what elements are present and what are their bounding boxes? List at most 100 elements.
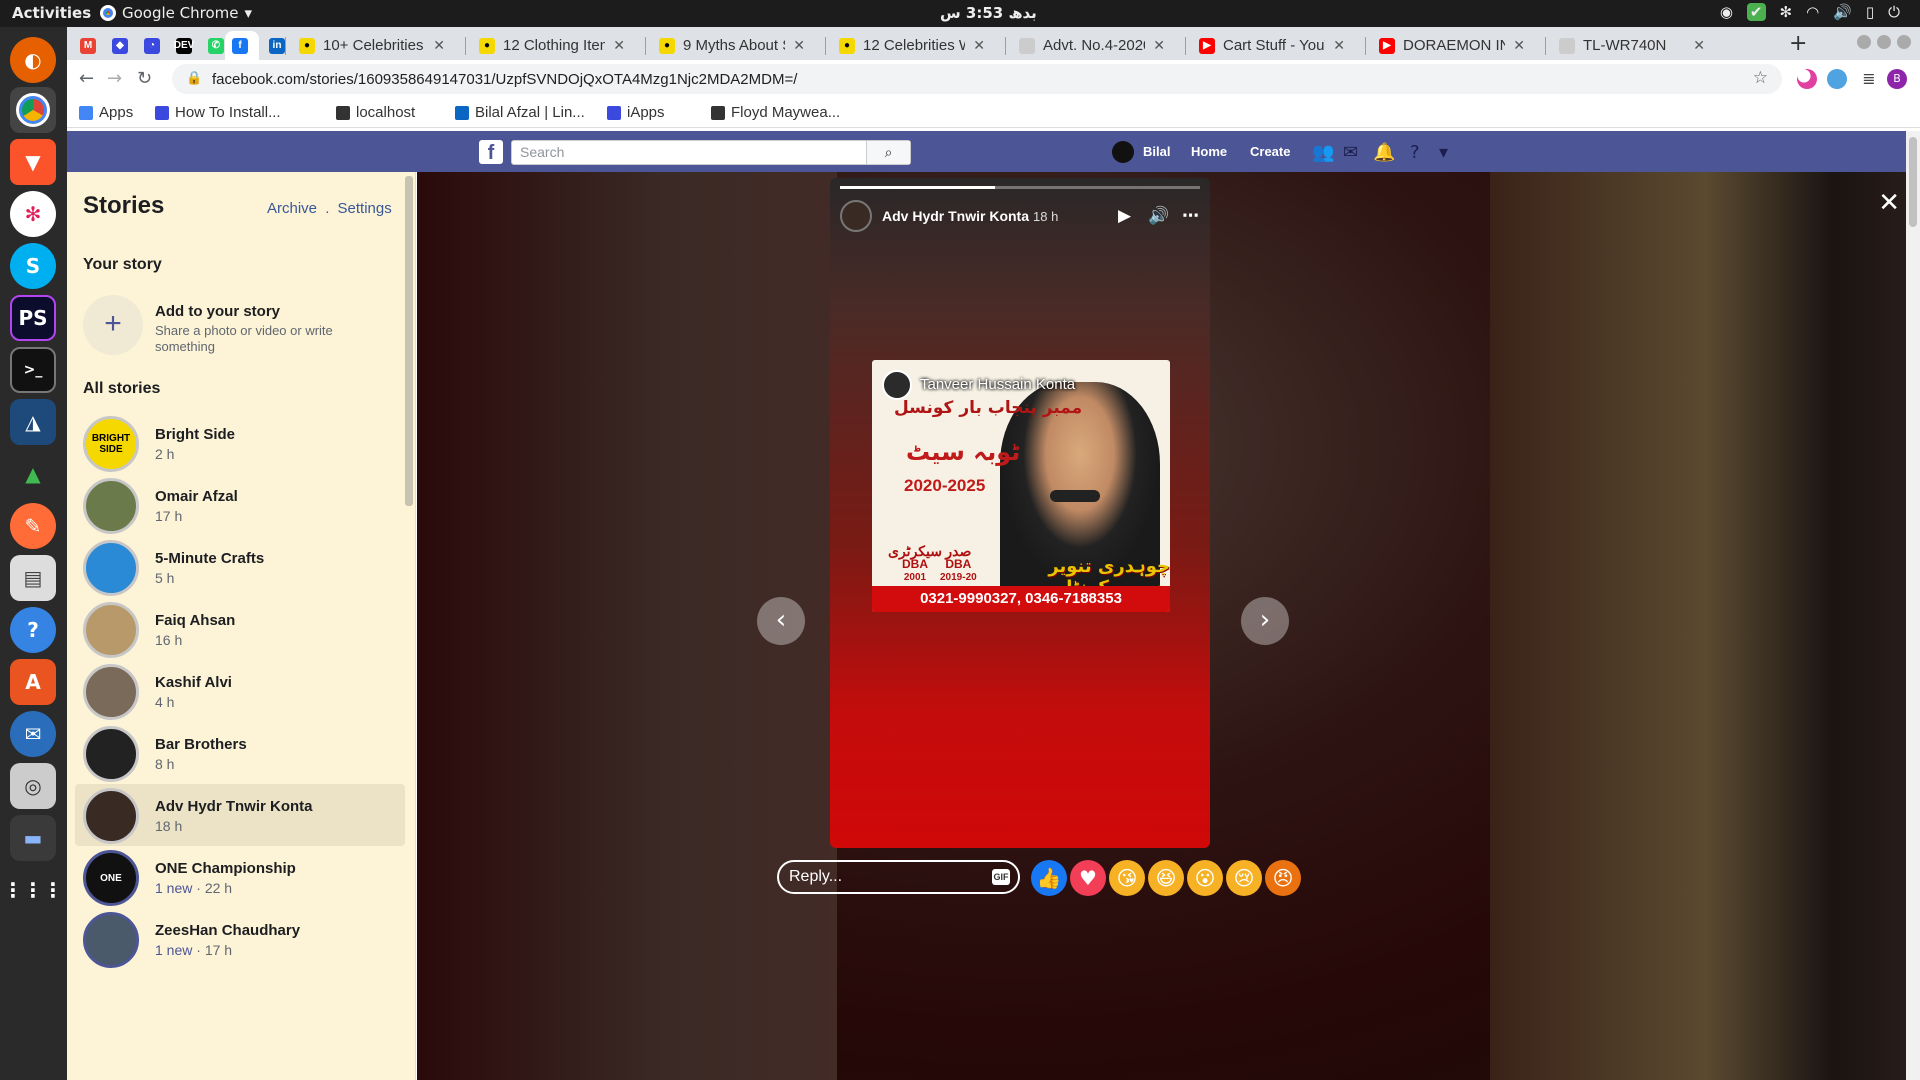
- story-list-item[interactable]: 5-Minute Crafts 5 h: [75, 536, 405, 598]
- browser-tab[interactable]: M: [73, 31, 103, 60]
- system-tray[interactable]: ◉ ✔ ✻ ◠ 🔊 ▯ ⏻: [1720, 3, 1900, 21]
- notifications-bell-icon[interactable]: 🔔: [1373, 142, 1395, 163]
- previous-story-button[interactable]: ‹: [757, 597, 805, 645]
- facebook-search-input[interactable]: Search ⌕: [511, 140, 911, 165]
- chrome-dock-icon[interactable]: [10, 87, 56, 133]
- help-question-icon[interactable]: ?: [1410, 142, 1420, 163]
- activities-button[interactable]: Activities: [12, 4, 91, 22]
- browser-tab[interactable]: ● 12 Clothing Item ✕: [469, 31, 635, 60]
- minimize-button[interactable]: [1857, 35, 1871, 49]
- tab-close-icon[interactable]: ✕: [1513, 37, 1525, 54]
- gif-button[interactable]: GIF: [992, 869, 1010, 885]
- add-to-story-button[interactable]: + Add to your story Share a photo or vid…: [83, 295, 383, 359]
- nav-create[interactable]: Create: [1250, 144, 1290, 159]
- tab-close-icon[interactable]: ✕: [973, 37, 985, 54]
- care-reaction-icon[interactable]: 😘: [1109, 860, 1145, 896]
- record-icon[interactable]: ◉: [1720, 3, 1733, 21]
- screen-icon[interactable]: ▬: [10, 815, 56, 861]
- story-list-item[interactable]: ONE ONE Championship 1 new · 22 h: [75, 846, 405, 908]
- new-tab-button[interactable]: +: [1789, 31, 1807, 56]
- postman-icon[interactable]: ✎: [10, 503, 56, 549]
- bookmark-item[interactable]: Floyd Maywea...: [711, 104, 840, 121]
- skype-icon[interactable]: S: [10, 243, 56, 289]
- sad-reaction-icon[interactable]: 😢: [1226, 860, 1262, 896]
- play-icon[interactable]: ▶: [1118, 206, 1131, 226]
- terminal-icon[interactable]: >_: [10, 347, 56, 393]
- love-reaction-icon[interactable]: ♥: [1070, 860, 1106, 896]
- extension-globe-icon[interactable]: [1827, 69, 1847, 89]
- maximize-button[interactable]: [1877, 35, 1891, 49]
- nav-profile[interactable]: Bilal: [1143, 144, 1170, 159]
- story-author-name[interactable]: Adv Hydr Tnwir Konta: [882, 208, 1029, 224]
- software-center-icon[interactable]: A: [10, 659, 56, 705]
- browser-tab[interactable]: ● 12 Celebrities W ✕: [829, 31, 995, 60]
- mysql-workbench-icon[interactable]: ◮: [10, 399, 56, 445]
- bookmark-item[interactable]: How To Install...: [155, 104, 281, 121]
- robo3t-icon[interactable]: ▲: [10, 451, 56, 497]
- page-scrollbar-thumb[interactable]: [1909, 137, 1917, 227]
- app-menu[interactable]: Google Chrome ▾: [100, 4, 252, 22]
- check-icon[interactable]: ✔: [1746, 3, 1766, 21]
- next-story-button[interactable]: ›: [1241, 597, 1289, 645]
- story-list-item[interactable]: ZeesHan Chaudhary 1 new · 17 h: [75, 908, 405, 970]
- browser-tab[interactable]: in: [262, 31, 292, 60]
- files-icon[interactable]: ▤: [10, 555, 56, 601]
- bookmark-item[interactable]: Bilal Afzal | Lin...: [455, 104, 585, 121]
- messenger-icon[interactable]: ✉: [1343, 142, 1358, 163]
- volume-icon[interactable]: 🔊: [1148, 206, 1169, 226]
- browser-tab[interactable]: Advt. No.4-2020_ ✕: [1009, 31, 1175, 60]
- power-icon[interactable]: ⏻: [1888, 3, 1900, 21]
- story-list-item[interactable]: BRIGHT SIDE Bright Side 2 h: [75, 412, 405, 474]
- browser-tab[interactable]: TL-WR740N ✕: [1549, 31, 1715, 60]
- bookmark-star-icon[interactable]: ☆: [1753, 68, 1768, 88]
- bookmark-item[interactable]: Apps: [79, 104, 133, 121]
- browser-tab[interactable]: DEV: [169, 31, 199, 60]
- forward-button[interactable]: →: [107, 68, 122, 89]
- browser-tab[interactable]: ▶ DORAEMON IN ✕: [1369, 31, 1535, 60]
- close-icon[interactable]: ✕: [1878, 188, 1900, 218]
- story-list-item[interactable]: Adv Hydr Tnwir Konta 18 h: [75, 784, 405, 846]
- extension-moon-icon[interactable]: [1797, 69, 1817, 89]
- browser-tab[interactable]: ▶ Cart Stuff - YouT ✕: [1189, 31, 1355, 60]
- tab-close-icon[interactable]: ✕: [1333, 37, 1345, 54]
- nav-home[interactable]: Home: [1191, 144, 1227, 159]
- volume-icon[interactable]: 🔊: [1833, 3, 1852, 21]
- help-icon[interactable]: ?: [10, 607, 56, 653]
- tab-close-icon[interactable]: ✕: [793, 37, 805, 54]
- show-apps-icon[interactable]: ⋮⋮⋮: [3, 867, 63, 913]
- browser-tab[interactable]: ● 9 Myths About S ✕: [649, 31, 815, 60]
- wow-reaction-icon[interactable]: 😮: [1187, 860, 1223, 896]
- thunderbird-icon[interactable]: ✉: [10, 711, 56, 757]
- clock[interactable]: بدھ 3:53 س: [940, 4, 1037, 22]
- page-scrollbar[interactable]: [1906, 131, 1920, 1080]
- archive-link[interactable]: Archive: [267, 200, 317, 217]
- back-button[interactable]: ←: [79, 68, 94, 89]
- like-reaction-icon[interactable]: 👍: [1031, 860, 1067, 896]
- tab-close-icon[interactable]: ✕: [613, 37, 625, 54]
- browser-tab[interactable]: ● 10+ Celebrities T ✕: [289, 31, 455, 60]
- battery-icon[interactable]: ▯: [1866, 3, 1874, 21]
- close-window-button[interactable]: [1897, 35, 1911, 49]
- angry-reaction-icon[interactable]: 😠: [1265, 860, 1301, 896]
- reload-button[interactable]: ↻: [137, 68, 152, 89]
- facebook-logo-icon[interactable]: f: [479, 140, 503, 164]
- browser-tab[interactable]: ◔: [137, 31, 167, 60]
- story-list-item[interactable]: Kashif Alvi 4 h: [75, 660, 405, 722]
- story-card[interactable]: Adv Hydr Tnwir Konta 18 h ▶ 🔊 ⋯ Tanveer H…: [830, 178, 1210, 848]
- browser-tab[interactable]: f: [225, 31, 259, 60]
- brave-icon[interactable]: ▼: [10, 139, 56, 185]
- reading-list-icon[interactable]: ≣: [1859, 69, 1879, 89]
- sidebar-scrollbar[interactable]: [405, 176, 413, 506]
- user-avatar[interactable]: [1112, 141, 1134, 163]
- story-author[interactable]: Adv Hydr Tnwir Konta 18 h: [882, 208, 1058, 224]
- story-list-item[interactable]: Faiq Ahsan 16 h: [75, 598, 405, 660]
- friend-requests-icon[interactable]: 👥: [1312, 142, 1334, 163]
- wifi-icon[interactable]: ◠: [1806, 3, 1819, 21]
- phpstorm-icon[interactable]: PS: [10, 295, 56, 341]
- address-bar[interactable]: 🔒 facebook.com/stories/1609358649147031/…: [172, 64, 1782, 94]
- bookmark-item[interactable]: iApps: [607, 104, 665, 121]
- account-menu-chevron-icon[interactable]: ▾: [1439, 142, 1448, 163]
- search-icon[interactable]: ⌕: [866, 141, 910, 164]
- slack-tray-icon[interactable]: ✻: [1780, 3, 1793, 21]
- story-list-item[interactable]: Bar Brothers 8 h: [75, 722, 405, 784]
